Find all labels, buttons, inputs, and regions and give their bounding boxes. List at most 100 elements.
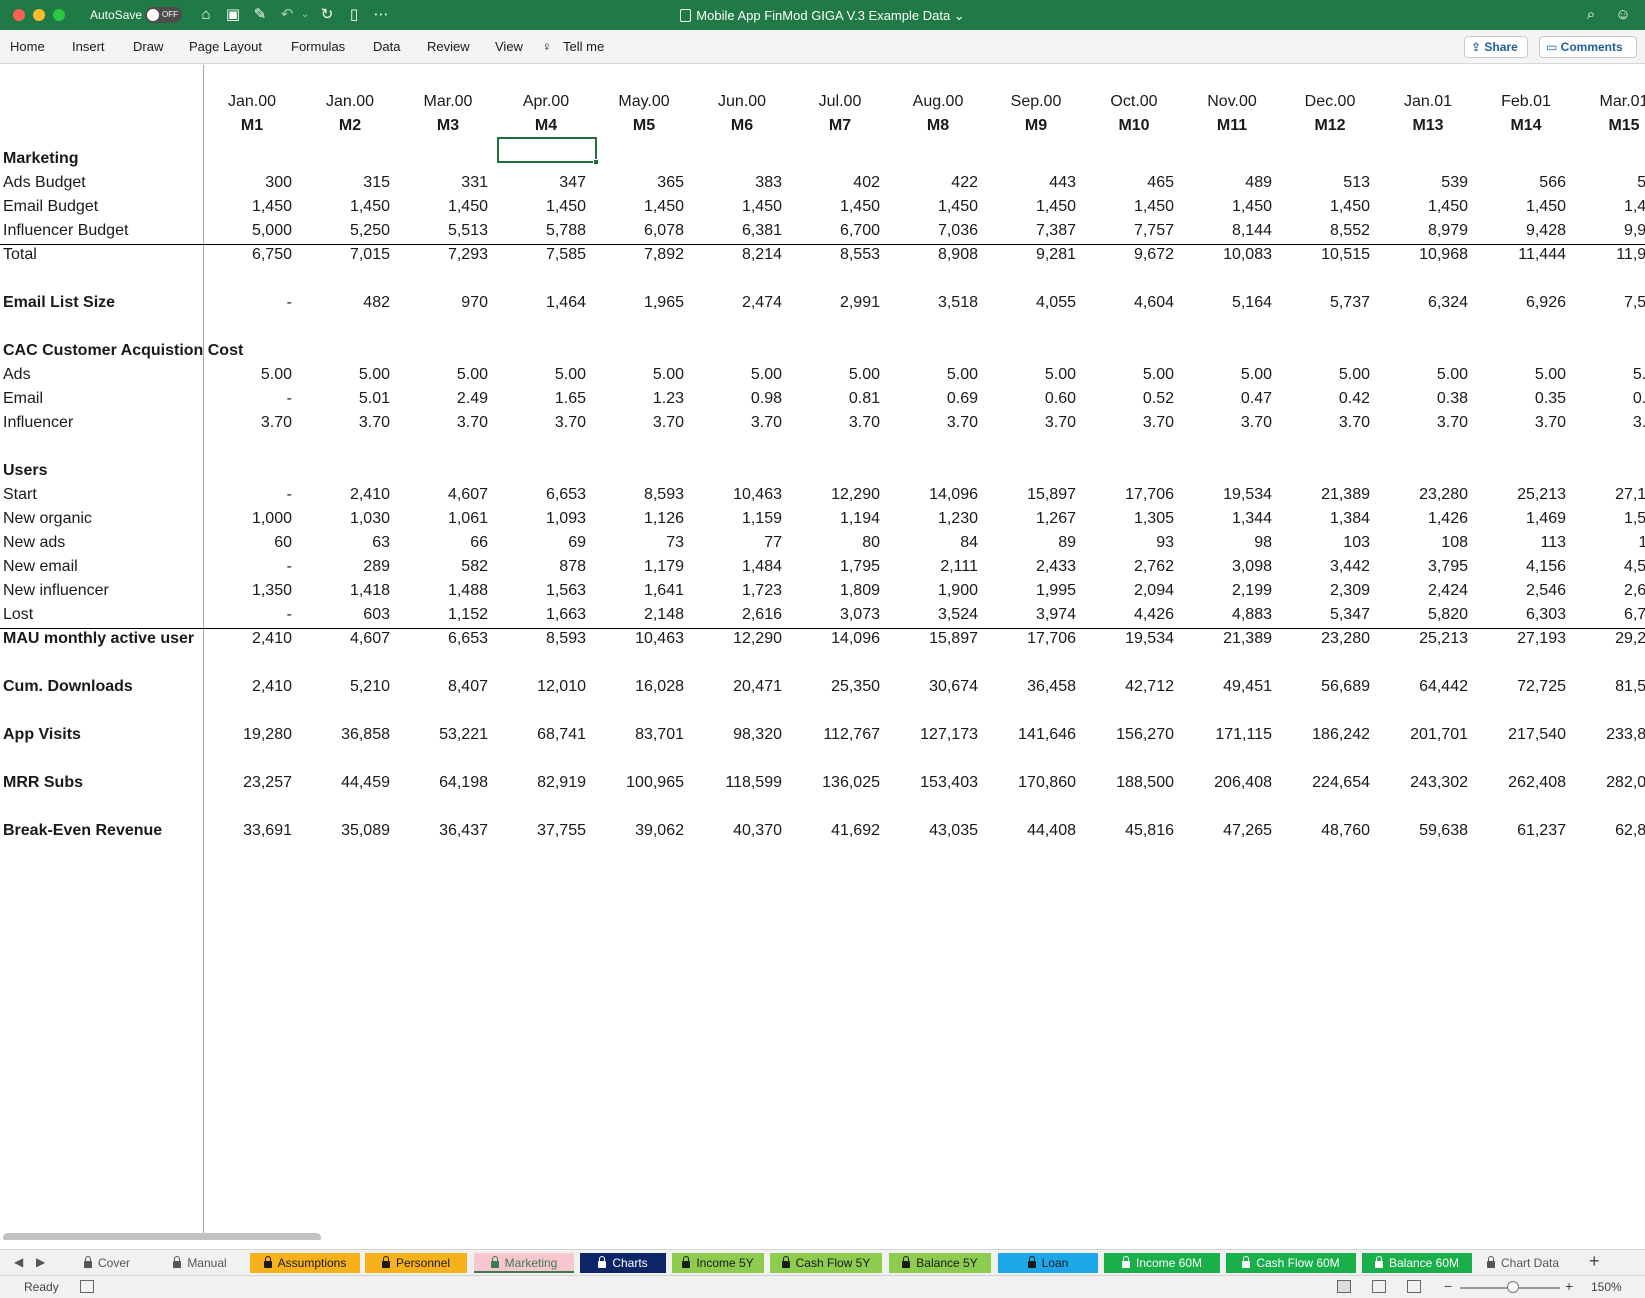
value-cell[interactable]: 170,860 [976,773,1076,793]
value-cell[interactable]: - [192,557,292,577]
value-cell[interactable]: 5,737 [1270,293,1370,313]
value-cell[interactable]: 33,691 [192,821,292,841]
value-cell[interactable]: 3,795 [1368,557,1468,577]
value-cell[interactable]: 12,290 [682,629,782,649]
value-cell[interactable]: 2,410 [290,485,390,505]
row-label[interactable]: Influencer [3,413,73,433]
value-cell[interactable]: 118,599 [682,773,782,793]
value-cell[interactable]: 64,442 [1368,677,1468,697]
tab-home[interactable]: Home [10,39,45,54]
value-cell[interactable]: 93 [1074,533,1174,553]
row-label[interactable]: Marketing [3,149,79,169]
value-cell[interactable]: 2,762 [1074,557,1174,577]
month-header[interactable]: Jun.00 [697,92,787,112]
value-cell[interactable]: 2,991 [780,293,880,313]
value-cell[interactable]: 402 [780,173,880,193]
sheet-tab[interactable]: Income 5Y [672,1253,764,1273]
value-cell[interactable]: 582 [388,557,488,577]
value-cell[interactable]: 4,156 [1466,557,1566,577]
row-label[interactable]: Start [3,485,37,505]
value-cell[interactable]: 365 [584,173,684,193]
value-cell[interactable]: 3.70 [1564,413,1645,433]
month-header[interactable]: Jan.01 [1383,92,1473,112]
value-cell[interactable]: 9,428 [1466,221,1566,241]
value-cell[interactable]: 347 [486,173,586,193]
value-cell[interactable]: 5.00 [290,365,390,385]
month-header[interactable]: Jan.00 [305,92,395,112]
sheet-tab[interactable]: Cover [64,1253,150,1273]
value-cell[interactable]: 10,463 [584,629,684,649]
value-cell[interactable]: 6,798 [1564,605,1645,625]
value-cell[interactable]: 98 [1172,533,1272,553]
value-cell[interactable]: - [192,293,292,313]
value-cell[interactable]: 1,179 [584,557,684,577]
value-cell[interactable]: 23,280 [1368,485,1468,505]
selected-cell[interactable] [497,137,599,165]
sheet-tab[interactable]: Cash Flow 60M [1226,1253,1356,1273]
value-cell[interactable]: 5,000 [192,221,292,241]
value-cell[interactable]: 3,518 [878,293,978,313]
value-cell[interactable]: - [192,605,292,625]
value-cell[interactable]: 1,126 [584,509,684,529]
tab-page-layout[interactable]: Page Layout [189,39,262,54]
value-cell[interactable]: 36,458 [976,677,1076,697]
value-cell[interactable]: 2,410 [192,677,292,697]
value-cell[interactable]: 98,320 [682,725,782,745]
value-cell[interactable]: 39,062 [584,821,684,841]
value-cell[interactable]: 2,199 [1172,581,1272,601]
value-cell[interactable]: 3.70 [1368,413,1468,433]
value-cell[interactable]: 233,800 [1564,725,1645,745]
value-cell[interactable]: 25,350 [780,677,880,697]
value-cell[interactable]: 17,706 [976,629,1076,649]
value-cell[interactable]: 113 [1466,533,1566,553]
value-cell[interactable]: 1,450 [1368,197,1468,217]
value-cell[interactable]: 1,900 [878,581,978,601]
value-cell[interactable]: 1.65 [486,389,586,409]
value-cell[interactable]: 3.70 [290,413,390,433]
period-header[interactable]: M12 [1285,116,1375,136]
period-header[interactable]: M5 [599,116,689,136]
value-cell[interactable]: 48,760 [1270,821,1370,841]
period-header[interactable]: M11 [1187,116,1277,136]
value-cell[interactable]: 1,426 [1368,509,1468,529]
value-cell[interactable]: 1,513 [1564,509,1645,529]
value-cell[interactable]: 1,093 [486,509,586,529]
period-header[interactable]: M4 [501,116,591,136]
value-cell[interactable]: 80 [780,533,880,553]
value-cell[interactable]: 3.70 [878,413,978,433]
value-cell[interactable]: 5.00 [682,365,782,385]
sheet-tab[interactable]: Personnel [365,1253,467,1273]
value-cell[interactable]: 6,750 [192,245,292,265]
tab-review[interactable]: Review [427,39,470,54]
value-cell[interactable]: 1,450 [1172,197,1272,217]
value-cell[interactable]: 2,673 [1564,581,1645,601]
value-cell[interactable]: - [192,485,292,505]
value-cell[interactable]: 5.00 [1368,365,1468,385]
value-cell[interactable]: 443 [976,173,1076,193]
value-cell[interactable]: 3.70 [780,413,880,433]
value-cell[interactable]: 66 [388,533,488,553]
value-cell[interactable]: 156,270 [1074,725,1174,745]
value-cell[interactable]: 4,426 [1074,605,1174,625]
value-cell[interactable]: 3.70 [584,413,684,433]
value-cell[interactable]: 1,469 [1466,509,1566,529]
value-cell[interactable]: 8,407 [388,677,488,697]
value-cell[interactable]: 10,968 [1368,245,1468,265]
value-cell[interactable]: 4,607 [388,485,488,505]
value-cell[interactable]: 1,464 [486,293,586,313]
month-header[interactable]: May.00 [599,92,689,112]
month-header[interactable]: Mar.01 [1579,92,1645,112]
month-header[interactable]: Dec.00 [1285,92,1375,112]
value-cell[interactable]: 465 [1074,173,1174,193]
value-cell[interactable]: 62,850 [1564,821,1645,841]
row-label[interactable]: CAC Customer Acquistion Cost [3,341,243,361]
value-cell[interactable]: 84 [878,533,978,553]
value-cell[interactable]: 27,193 [1564,485,1645,505]
fill-handle[interactable] [593,159,599,165]
value-cell[interactable]: 0.69 [878,389,978,409]
value-cell[interactable]: 7,585 [486,245,586,265]
tab-data[interactable]: Data [373,39,400,54]
value-cell[interactable]: 5,347 [1270,605,1370,625]
value-cell[interactable]: 23,257 [192,773,292,793]
worksheet-grid[interactable]: Jan.00 M1 Jan.00 M2 Mar.00 M3 Apr.00 M4 May.00 M5… [0,65,1645,1240]
